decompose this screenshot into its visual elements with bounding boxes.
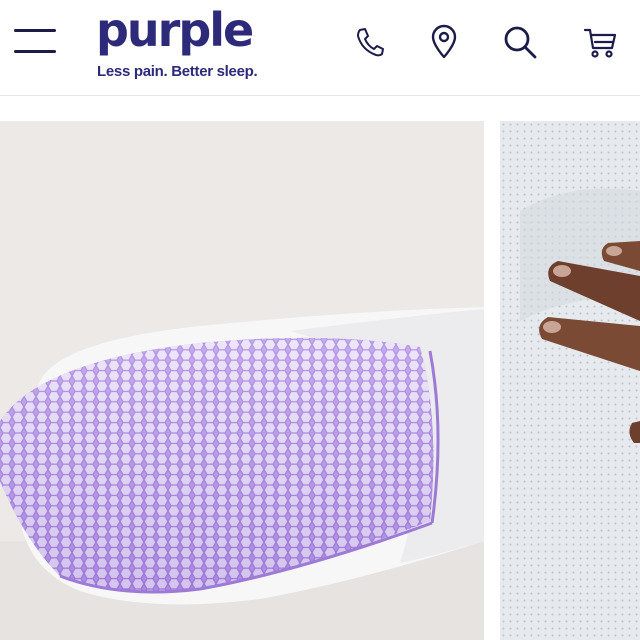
phone-icon[interactable] xyxy=(350,22,390,62)
hand-pressing-pillow-image[interactable] xyxy=(500,121,640,640)
purple-grid-pillow-image[interactable] xyxy=(0,121,484,640)
site-header: purple Less pain. Better sleep. xyxy=(0,0,640,96)
brand-wordmark: purple xyxy=(96,3,254,57)
menu-line xyxy=(14,50,56,53)
brand-tagline: Less pain. Better sleep. xyxy=(97,63,258,80)
brand-logo[interactable]: purple xyxy=(96,2,254,58)
hamburger-menu-icon[interactable] xyxy=(14,28,56,54)
product-image-gallery xyxy=(0,121,640,640)
search-icon[interactable] xyxy=(500,22,540,62)
menu-line xyxy=(14,29,56,32)
location-pin-icon[interactable] xyxy=(424,22,464,62)
cart-icon[interactable] xyxy=(580,22,620,62)
